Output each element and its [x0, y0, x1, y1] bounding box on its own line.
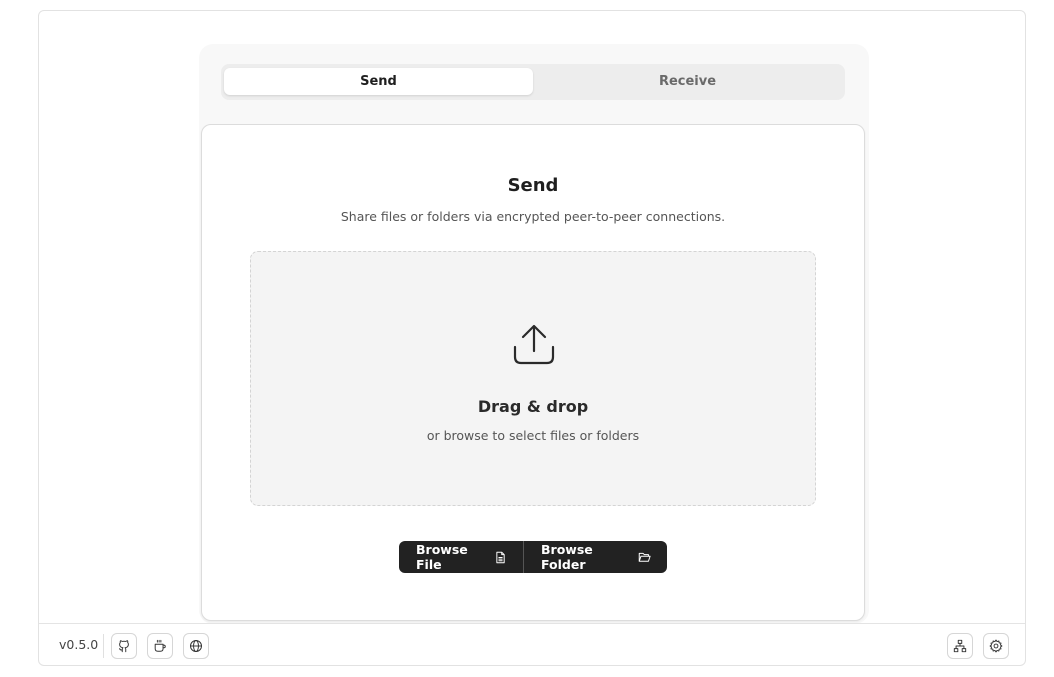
footer-bar: v0.5.0	[39, 623, 1025, 666]
send-card: Send Share files or folders via encrypte…	[201, 124, 865, 621]
coffee-icon	[154, 639, 166, 652]
version-label: v0.5.0	[59, 637, 99, 652]
tab-send[interactable]: Send	[224, 68, 533, 95]
network-button[interactable]	[947, 633, 973, 659]
mode-tabs: Send Receive	[221, 64, 845, 100]
browse-folder-button[interactable]: Browse Folder	[524, 541, 667, 573]
browse-file-label: Browse File	[416, 542, 468, 572]
footer-divider	[103, 634, 104, 658]
upload-icon	[513, 324, 555, 365]
browse-folder-label: Browse Folder	[541, 542, 593, 572]
browse-file-button[interactable]: Browse File	[399, 541, 524, 573]
settings-button[interactable]	[983, 633, 1009, 659]
browse-button-group: Browse File Browse Folder	[399, 541, 667, 573]
drop-title: Drag & drop	[477, 397, 589, 416]
file-icon	[496, 551, 505, 563]
send-subtitle: Share files or folders via encrypted pee…	[340, 209, 726, 224]
main-panel: Send Receive Send Share files or folders…	[199, 44, 869, 624]
tab-receive[interactable]: Receive	[533, 68, 842, 95]
github-icon	[119, 640, 129, 653]
gear-icon	[989, 639, 1003, 653]
globe-icon	[190, 640, 202, 652]
folder-open-icon	[638, 552, 651, 562]
drop-subtitle: or browse to select files or folders	[426, 428, 640, 443]
drop-zone[interactable]: Drag & drop or browse to select files or…	[250, 251, 816, 506]
github-button[interactable]	[111, 633, 137, 659]
coffee-button[interactable]	[147, 633, 173, 659]
network-icon	[953, 639, 967, 653]
send-title: Send	[507, 175, 559, 196]
app-window: Send Receive Send Share files or folders…	[38, 10, 1026, 666]
website-button[interactable]	[183, 633, 209, 659]
